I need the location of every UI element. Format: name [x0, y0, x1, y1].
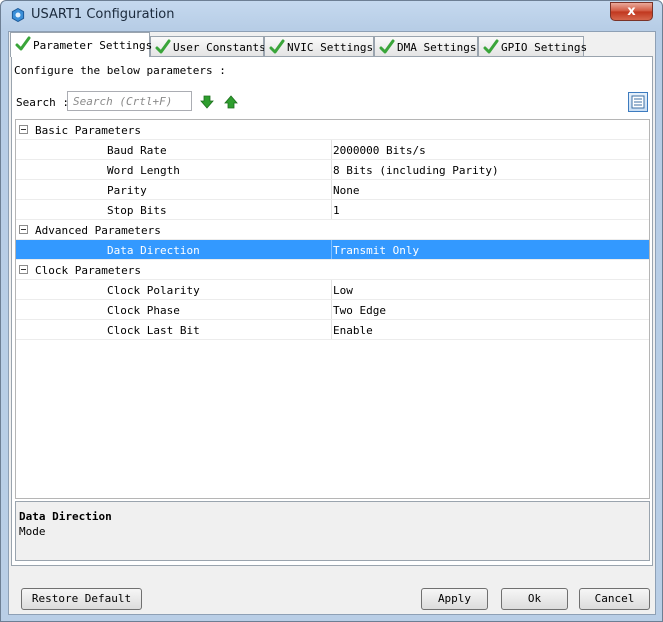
group-advanced-parameters[interactable]: Advanced Parameters: [16, 220, 649, 240]
param-value[interactable]: Enable: [333, 324, 373, 337]
ok-button[interactable]: Ok: [501, 588, 568, 610]
tab-user-constants[interactable]: User Constants: [150, 36, 266, 56]
param-value[interactable]: Transmit Only: [333, 244, 419, 257]
tab-dma-settings[interactable]: DMA Settings: [374, 36, 478, 56]
tab-label: GPIO Settings: [501, 41, 588, 54]
column-divider: [331, 280, 332, 299]
button-bar: Restore Default Apply Ok Cancel: [11, 568, 653, 612]
parameter-settings-panel: Configure the below parameters : Search …: [11, 56, 653, 566]
description-text: Mode: [19, 525, 46, 538]
search-input[interactable]: [67, 91, 192, 111]
param-value[interactable]: 8 Bits (including Parity): [333, 164, 499, 177]
group-label: Basic Parameters: [35, 124, 141, 137]
column-divider: [331, 300, 332, 319]
column-divider: [331, 180, 332, 199]
param-name: Clock Last Bit: [107, 324, 200, 337]
arrow-down-icon[interactable]: [200, 95, 214, 109]
check-icon: [379, 39, 395, 54]
tab-gpio-settings[interactable]: GPIO Settings: [478, 36, 588, 56]
param-row-baud-rate[interactable]: Baud Rate 2000000 Bits/s: [16, 140, 649, 160]
param-value[interactable]: 2000000 Bits/s: [333, 144, 426, 157]
param-name: Data Direction: [107, 244, 200, 257]
column-divider: [331, 320, 332, 339]
group-label: Advanced Parameters: [35, 224, 161, 237]
group-clock-parameters[interactable]: Clock Parameters: [16, 260, 649, 280]
tab-nvic-settings[interactable]: NVIC Settings: [264, 36, 374, 56]
tab-label: DMA Settings: [397, 41, 477, 54]
param-row-clock-last-bit[interactable]: Clock Last Bit Enable: [16, 320, 649, 340]
search-label: Search :: [16, 96, 69, 109]
description-box: Data Direction Mode: [15, 501, 650, 561]
column-divider: [331, 140, 332, 159]
tab-label: NVIC Settings: [287, 41, 374, 54]
check-icon: [483, 39, 499, 54]
title-bar[interactable]: USART1 Configuration x: [1, 1, 662, 29]
dialog-client-area: Parameter Settings User Constants NVIC S…: [8, 31, 656, 615]
close-button[interactable]: x: [610, 2, 653, 21]
param-value[interactable]: Low: [333, 284, 353, 297]
param-value[interactable]: Two Edge: [333, 304, 386, 317]
cancel-button[interactable]: Cancel: [579, 588, 650, 610]
tab-label: User Constants: [173, 41, 266, 54]
column-divider: [331, 160, 332, 179]
tab-strip: Parameter Settings User Constants NVIC S…: [9, 32, 655, 57]
param-row-clock-phase[interactable]: Clock Phase Two Edge: [16, 300, 649, 320]
param-row-clock-polarity[interactable]: Clock Polarity Low: [16, 280, 649, 300]
close-icon: x: [627, 4, 636, 19]
instruction-text: Configure the below parameters :: [14, 64, 226, 77]
check-icon: [269, 39, 285, 54]
param-name: Clock Polarity: [107, 284, 200, 297]
param-row-stop-bits[interactable]: Stop Bits 1: [16, 200, 649, 220]
check-icon: [15, 36, 31, 51]
restore-default-button[interactable]: Restore Default: [21, 588, 142, 610]
arrow-up-icon[interactable]: [224, 95, 238, 109]
list-icon: [631, 95, 645, 109]
tab-label: Parameter Settings: [33, 39, 153, 52]
param-value[interactable]: 1: [333, 204, 340, 217]
tab-parameter-settings[interactable]: Parameter Settings: [10, 32, 153, 57]
param-name: Clock Phase: [107, 304, 180, 317]
column-divider: [331, 240, 332, 259]
app-gear-icon: [11, 8, 25, 22]
collapse-icon[interactable]: [19, 225, 28, 234]
param-row-parity[interactable]: Parity None: [16, 180, 649, 200]
param-name: Parity: [107, 184, 147, 197]
description-title: Data Direction: [19, 510, 112, 523]
window-title: USART1 Configuration: [31, 7, 175, 22]
group-basic-parameters[interactable]: Basic Parameters: [16, 120, 649, 140]
param-value[interactable]: None: [333, 184, 360, 197]
parameter-tree: Basic Parameters Baud Rate 2000000 Bits/…: [15, 119, 650, 499]
collapse-icon[interactable]: [19, 265, 28, 274]
apply-button[interactable]: Apply: [421, 588, 488, 610]
column-divider: [331, 200, 332, 219]
param-name: Baud Rate: [107, 144, 167, 157]
check-icon: [155, 39, 171, 54]
usart1-configuration-dialog: USART1 Configuration x Parameter Setting…: [0, 0, 663, 622]
group-label: Clock Parameters: [35, 264, 141, 277]
param-row-word-length[interactable]: Word Length 8 Bits (including Parity): [16, 160, 649, 180]
param-name: Word Length: [107, 164, 180, 177]
list-view-toggle-button[interactable]: [628, 92, 648, 112]
collapse-icon[interactable]: [19, 125, 28, 134]
param-name: Stop Bits: [107, 204, 167, 217]
param-row-data-direction[interactable]: Data Direction Transmit Only: [16, 240, 649, 260]
